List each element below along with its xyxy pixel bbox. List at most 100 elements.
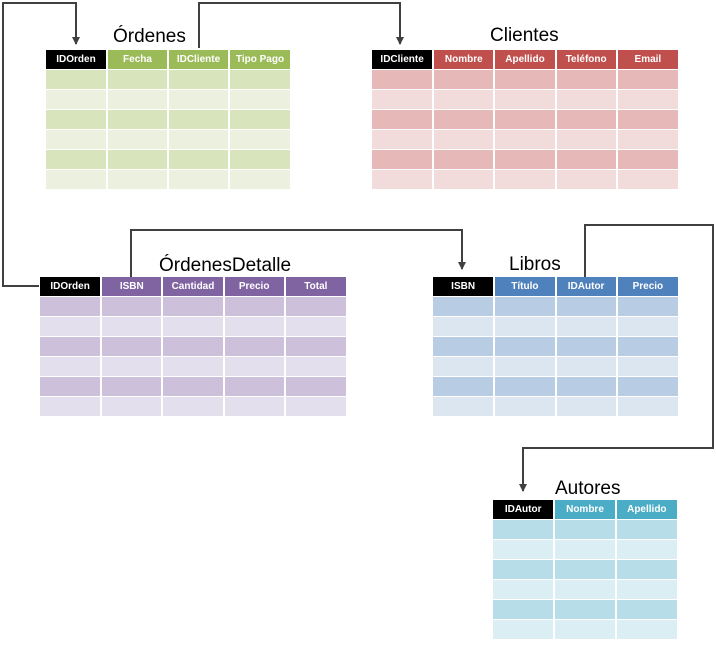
table-row — [46, 89, 290, 110]
table-row — [40, 336, 346, 357]
table-row — [493, 579, 677, 600]
table-row — [433, 336, 678, 357]
column-header: Tipo Pago — [229, 50, 290, 70]
table-row — [40, 296, 346, 317]
table-row — [372, 69, 678, 90]
table-cell — [107, 169, 169, 189]
table-cell — [554, 519, 617, 540]
table-cell — [46, 169, 108, 189]
ordenesdetalle-table: IDOrden ISBN Cantidad Precio Total — [40, 277, 346, 416]
header-row: ISBN Título IDAutor Precio — [433, 277, 678, 297]
table-cell — [229, 69, 290, 90]
table-row — [46, 109, 290, 130]
table-cell — [493, 519, 556, 540]
table-cell — [615, 539, 677, 560]
table-row — [493, 559, 677, 580]
table-cell — [615, 599, 677, 620]
column-header: IDOrden — [46, 50, 108, 70]
table-cell — [107, 69, 169, 90]
table-cell — [223, 296, 286, 317]
column-header: IDAutor — [493, 500, 556, 520]
table-cell — [616, 336, 678, 357]
table-cell — [46, 89, 108, 110]
table-cell — [494, 109, 557, 130]
table-cell — [616, 376, 678, 397]
table-cell — [162, 396, 225, 416]
table-cell — [616, 89, 678, 110]
table-row — [433, 296, 678, 317]
table-cell — [554, 599, 617, 620]
column-header: Teléfono — [555, 50, 618, 70]
table-cell — [107, 89, 169, 110]
table-cell — [555, 316, 618, 337]
table-cell — [284, 296, 346, 317]
column-header: IDOrden — [40, 277, 103, 297]
libros-title: Libros — [509, 254, 561, 275]
table-cell — [46, 69, 108, 90]
column-header: Apellido — [615, 500, 677, 520]
table-cell — [284, 336, 346, 357]
table-cell — [372, 169, 435, 189]
table-cell — [40, 356, 103, 377]
ordenes-table: IDOrden Fecha IDCliente Tipo Pago — [46, 50, 290, 189]
table-row — [493, 519, 677, 540]
table-cell — [615, 619, 677, 639]
table-row — [372, 149, 678, 170]
table-cell — [433, 69, 496, 90]
table-cell — [615, 559, 677, 580]
table-cell — [223, 376, 286, 397]
table-cell — [40, 396, 103, 416]
ordenesdetalle-title: ÓrdenesDetalle — [159, 255, 292, 276]
table-cell — [493, 599, 556, 620]
column-header: Nombre — [554, 500, 617, 520]
table-cell — [229, 169, 290, 189]
table-cell — [554, 579, 617, 600]
table-row — [372, 89, 678, 110]
table-cell — [615, 519, 677, 540]
clientes-table: IDCliente Nombre Apellido Teléfono Email — [372, 50, 678, 189]
table-cell — [372, 89, 435, 110]
table-cell — [372, 149, 435, 170]
table-cell — [493, 559, 556, 580]
column-header: Cantidad — [162, 277, 225, 297]
table-cell — [616, 149, 678, 170]
column-header: IDCliente — [372, 50, 435, 70]
table-cell — [168, 109, 230, 130]
table-cell — [616, 109, 678, 130]
table-row — [40, 316, 346, 337]
table-cell — [433, 336, 496, 357]
table-cell — [494, 316, 557, 337]
table-row — [433, 376, 678, 397]
table-cell — [433, 316, 496, 337]
table-cell — [284, 376, 346, 397]
table-cell — [107, 109, 169, 130]
table-cell — [616, 396, 678, 416]
ordenes-title: Órdenes — [113, 26, 186, 47]
table-cell — [40, 376, 103, 397]
table-cell — [494, 336, 557, 357]
column-header: Total — [284, 277, 346, 297]
table-cell — [433, 169, 496, 189]
table-cell — [616, 129, 678, 150]
table-cell — [555, 109, 618, 130]
column-header: Título — [494, 277, 557, 297]
table-row — [46, 69, 290, 90]
table-cell — [40, 316, 103, 337]
table-cell — [223, 356, 286, 377]
table-row — [493, 619, 677, 639]
table-row — [40, 396, 346, 416]
table-cell — [40, 336, 103, 357]
table-cell — [101, 336, 164, 357]
table-cell — [494, 296, 557, 317]
table-row — [46, 129, 290, 150]
table-cell — [433, 376, 496, 397]
table-cell — [554, 539, 617, 560]
connector-ordenes-clientes — [198, 2, 404, 48]
table-cell — [494, 396, 557, 416]
column-header: Precio — [223, 277, 286, 297]
libros-table: ISBN Título IDAutor Precio — [433, 277, 678, 416]
table-row — [40, 376, 346, 397]
table-cell — [493, 579, 556, 600]
column-header: IDCliente — [168, 50, 230, 70]
header-row: IDCliente Nombre Apellido Teléfono Email — [372, 50, 678, 70]
